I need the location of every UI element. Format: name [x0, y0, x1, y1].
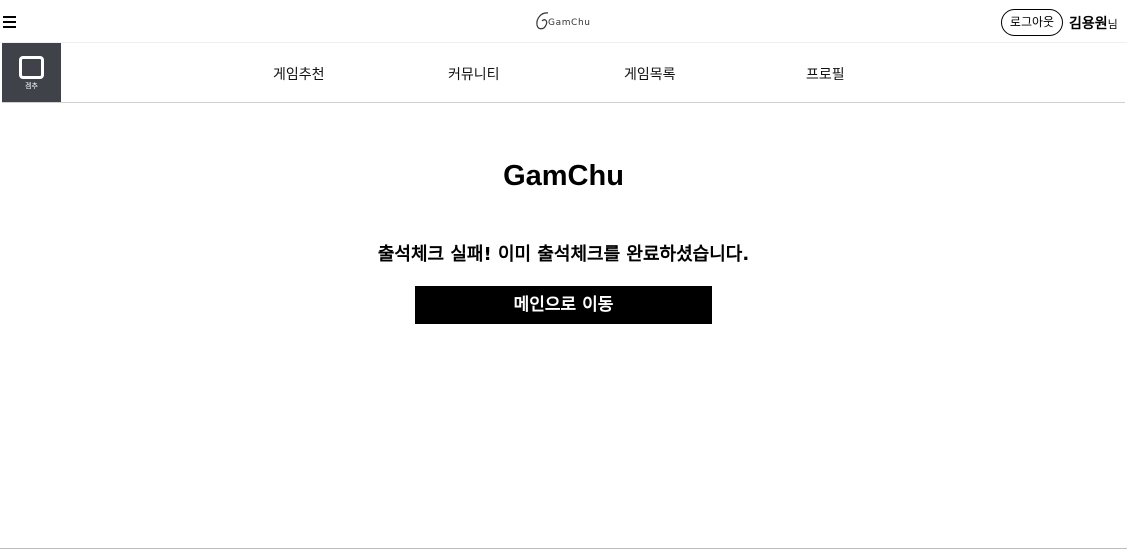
nav-item-game-list[interactable]: 게임목록	[624, 64, 676, 84]
nav-item-profile[interactable]: 프로필	[806, 64, 845, 84]
bottom-divider	[0, 548, 1127, 549]
go-to-main-button[interactable]: 메인으로 이동	[415, 286, 712, 324]
main-nav: 겜추 게임추천 커뮤니티 게임목록 프로필	[2, 43, 1125, 103]
nav-item-community[interactable]: 커뮤니티	[448, 64, 500, 84]
top-bar: GamChu 로그아웃 김용원님	[0, 0, 1127, 43]
nav-item-game-recommend[interactable]: 게임추천	[273, 64, 325, 84]
nav-home-logo[interactable]: 겜추	[2, 43, 61, 102]
user-name: 김용원	[1069, 16, 1108, 32]
attendance-fail-message: 출석체크 실패! 이미 출석체크를 완료하셨습니다.	[377, 244, 750, 265]
user-greeting: 김용원님	[1069, 13, 1118, 33]
nav-logo-label: 겜추	[25, 82, 38, 90]
site-logo[interactable]: GamChu	[534, 8, 594, 34]
user-suffix: 님	[1107, 18, 1118, 31]
logo-text: GamChu	[548, 18, 591, 28]
hamburger-icon[interactable]	[2, 11, 18, 33]
page-title: GamChu	[503, 160, 624, 192]
logout-button[interactable]: 로그아웃	[1001, 9, 1063, 36]
square-logo-icon	[19, 56, 44, 79]
